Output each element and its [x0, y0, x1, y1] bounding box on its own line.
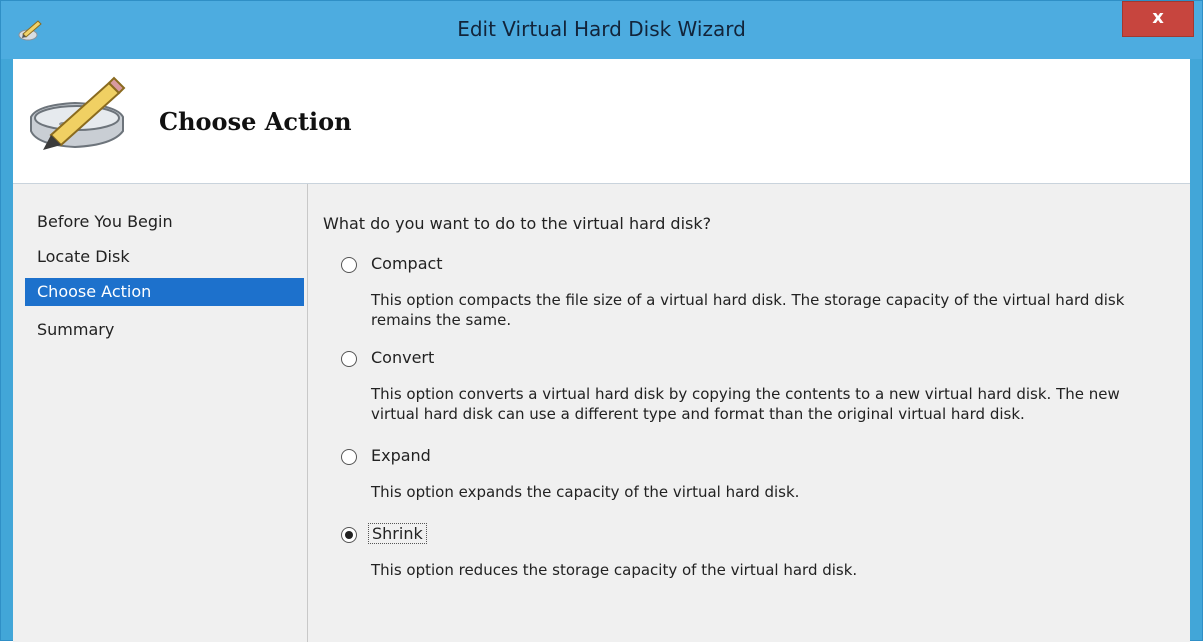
wizard-content: What do you want to do to the virtual ha… — [323, 184, 1183, 642]
step-choose-action[interactable]: Choose Action — [25, 278, 304, 306]
close-button[interactable]: x — [1122, 1, 1194, 37]
step-before-you-begin[interactable]: Before You Begin — [25, 208, 304, 236]
convert-label[interactable]: Convert — [371, 348, 434, 367]
compact-radio[interactable] — [341, 257, 357, 273]
selected-radio-dot — [345, 531, 353, 539]
shrink-label[interactable]: Shrink — [368, 523, 427, 544]
question-text: What do you want to do to the virtual ha… — [323, 214, 712, 233]
title-bar[interactable]: Edit Virtual Hard Disk Wizard x — [1, 1, 1202, 59]
close-icon: x — [1152, 7, 1164, 28]
shrink-radio[interactable] — [341, 527, 357, 543]
page-title: Choose Action — [159, 107, 352, 136]
wizard-header: Choose Action — [13, 59, 1190, 184]
expand-label[interactable]: Expand — [371, 446, 431, 465]
step-summary[interactable]: Summary — [25, 316, 304, 344]
compact-description: This option compacts the file size of a … — [371, 291, 1125, 329]
hard-disk-pencil-icon — [30, 76, 126, 150]
convert-radio[interactable] — [341, 351, 357, 367]
compact-label[interactable]: Compact — [371, 254, 443, 273]
wizard-body: Before You Begin Locate Disk Choose Acti… — [13, 184, 1190, 642]
shrink-description: This option reduces the storage capacity… — [371, 561, 858, 579]
expand-description: This option expands the capacity of the … — [371, 483, 800, 501]
wizard-steps: Before You Begin Locate Disk Choose Acti… — [13, 184, 308, 642]
step-locate-disk[interactable]: Locate Disk — [25, 243, 304, 271]
wizard-window: Edit Virtual Hard Disk Wizard x Choose A… — [0, 0, 1203, 642]
window-title: Edit Virtual Hard Disk Wizard — [457, 17, 746, 41]
expand-radio[interactable] — [341, 449, 357, 465]
convert-description: This option converts a virtual hard disk… — [371, 385, 1120, 423]
